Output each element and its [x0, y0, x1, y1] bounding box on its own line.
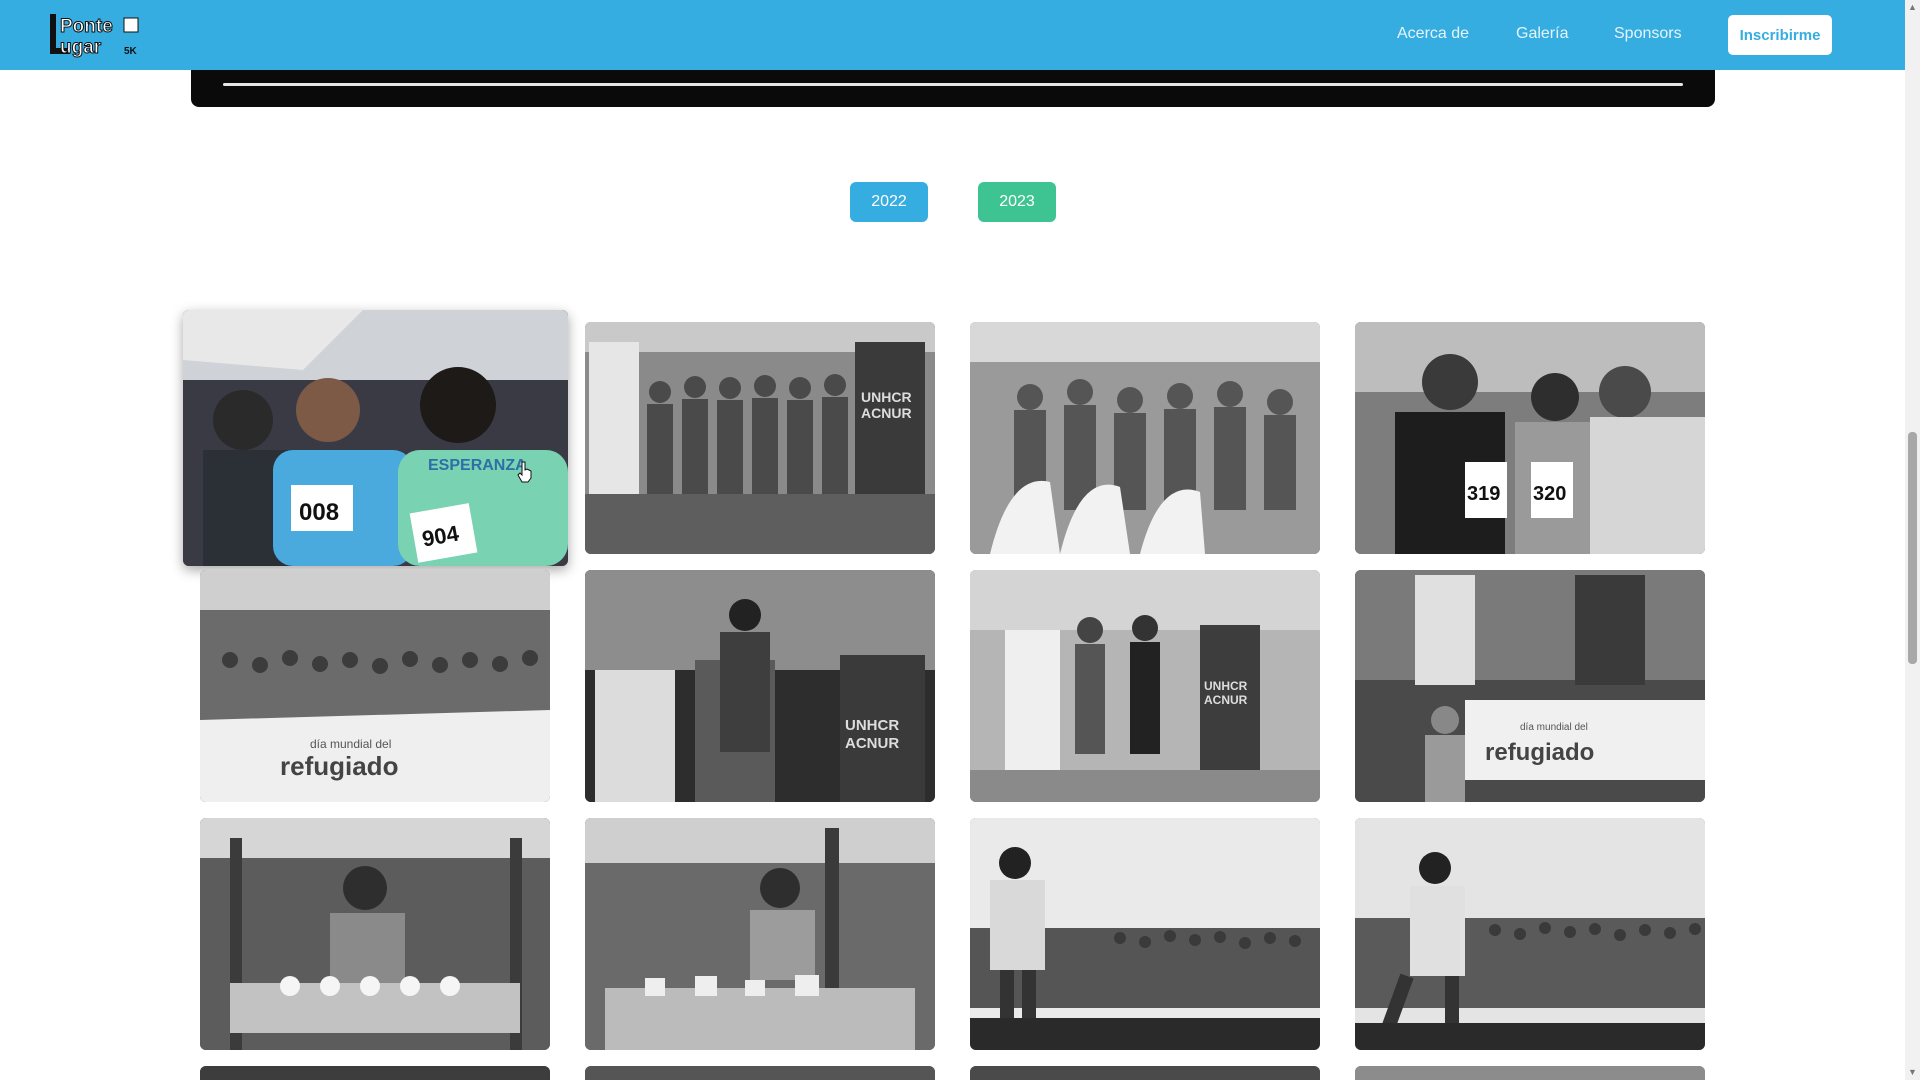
- gallery-photo[interactable]: [200, 818, 550, 1050]
- photo-icon: [585, 1066, 935, 1080]
- gallery-photo[interactable]: [970, 818, 1320, 1050]
- food-stand-photo-icon: [200, 818, 550, 1050]
- photo-icon: [970, 1066, 1320, 1080]
- svg-text:día mundial del: día mundial del: [310, 737, 391, 751]
- gallery-photo[interactable]: UNHCR ACNUR: [585, 570, 935, 802]
- gallery-photo[interactable]: [1355, 818, 1705, 1050]
- svg-text:UNHCR: UNHCR: [845, 717, 899, 734]
- svg-text:008: 008: [299, 499, 339, 526]
- svg-text:320: 320: [1533, 483, 1566, 505]
- svg-text:refugiado: refugiado: [1485, 739, 1594, 766]
- svg-text:ACNUR: ACNUR: [845, 735, 899, 752]
- svg-text:refugiado: refugiado: [280, 751, 398, 781]
- svg-text:Ponte: Ponte: [60, 16, 113, 37]
- svg-text:UNHCR: UNHCR: [861, 389, 912, 405]
- crowd-banner-photo-icon: día mundial del refugiado: [200, 570, 550, 802]
- site-logo[interactable]: Ponte ugar 5K: [48, 10, 142, 59]
- group-banner-photo-icon: UNHCR ACNUR: [585, 322, 935, 554]
- svg-text:ACNUR: ACNUR: [861, 405, 912, 421]
- gallery-photo[interactable]: [585, 1066, 935, 1080]
- year-2022-button[interactable]: 2022: [850, 182, 928, 222]
- gallery-photo[interactable]: UNHCR ACNUR: [970, 570, 1320, 802]
- scrollbar-thumb[interactable]: [1908, 432, 1917, 664]
- video-progress-bar[interactable]: [223, 83, 1683, 86]
- speaker-photo-icon: UNHCR ACNUR: [585, 570, 935, 802]
- svg-text:ESPERANZA: ESPERANZA: [428, 457, 527, 474]
- gallery-photo[interactable]: 319 320: [1355, 322, 1705, 554]
- site-header: Ponte ugar 5K Acerca de Galería Sponsors…: [0, 0, 1905, 70]
- nav-sponsors[interactable]: Sponsors: [1614, 25, 1682, 43]
- bib-numbers-photo-icon: 319 320: [1355, 322, 1705, 554]
- banner-table-photo-icon: día mundial del refugiado: [1355, 570, 1705, 802]
- gallery-photo[interactable]: [970, 1066, 1320, 1080]
- gallery-photo[interactable]: [585, 818, 935, 1050]
- svg-text:día mundial del: día mundial del: [1520, 722, 1588, 733]
- gallery-photo[interactable]: [1355, 1066, 1705, 1080]
- gallery-photo[interactable]: [200, 1066, 550, 1080]
- seated-group-photo-icon: [970, 322, 1320, 554]
- signup-button[interactable]: Inscribirme: [1728, 15, 1832, 55]
- photo-icon: [1355, 1066, 1705, 1080]
- gallery-photo[interactable]: UNHCR ACNUR: [585, 322, 935, 554]
- svg-text:ACNUR: ACNUR: [1204, 693, 1248, 707]
- svg-text:5K: 5K: [124, 46, 138, 57]
- dance-crowd-photo-icon: [1355, 818, 1705, 1050]
- market-stall-photo-icon: [585, 818, 935, 1050]
- video-player[interactable]: [191, 70, 1715, 107]
- gallery-photo[interactable]: día mundial del refugiado: [200, 570, 550, 802]
- gallery-photo[interactable]: 008 904 ESPERANZA: [183, 310, 568, 566]
- svg-text:319: 319: [1467, 483, 1500, 505]
- runners-photo-icon: 008 904 ESPERANZA: [183, 310, 568, 566]
- nav-gallery[interactable]: Galería: [1516, 25, 1568, 43]
- year-2023-button[interactable]: 2023: [978, 182, 1056, 222]
- scroll-up-arrow-icon[interactable]: ▲: [1905, 0, 1920, 15]
- svg-text:ugar: ugar: [60, 37, 102, 58]
- stage-photo-icon: UNHCR ACNUR: [970, 570, 1320, 802]
- nav-about[interactable]: Acerca de: [1397, 25, 1469, 43]
- zumba-class-photo-icon: [970, 818, 1320, 1050]
- photo-icon: [200, 1066, 550, 1080]
- ponte-en-tu-lugar-logo-icon: Ponte ugar 5K: [50, 14, 139, 59]
- hand-cursor-icon: [517, 461, 532, 483]
- gallery-photo[interactable]: [970, 322, 1320, 554]
- svg-text:UNHCR: UNHCR: [1204, 679, 1248, 693]
- gallery-photo[interactable]: día mundial del refugiado: [1355, 570, 1705, 802]
- scroll-down-arrow-icon[interactable]: ▼: [1905, 1065, 1920, 1080]
- page-scrollbar[interactable]: ▲ ▼: [1905, 0, 1920, 1080]
